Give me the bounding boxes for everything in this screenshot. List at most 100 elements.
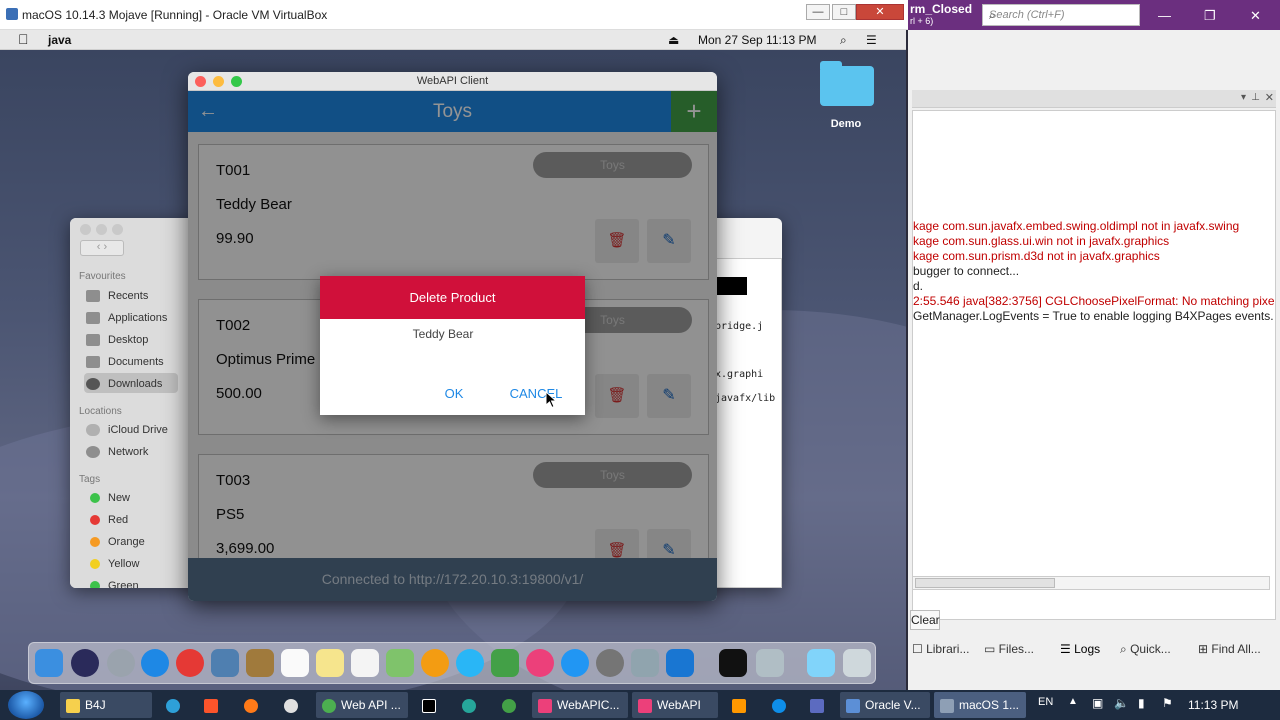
- notes-dock-icon[interactable]: [316, 649, 344, 677]
- sublime-icon: [732, 698, 746, 713]
- sidebar-tag-green[interactable]: Green: [86, 577, 186, 588]
- logs-horizontal-scrollbar[interactable]: [912, 576, 1270, 590]
- ide-active-tab[interactable]: rm_Closed rl + 6): [910, 3, 972, 27]
- downloads-icon: [86, 378, 100, 390]
- taskbar-firefox-icon[interactable]: [238, 692, 268, 718]
- pane-menu-icon[interactable]: ▾: [1241, 92, 1246, 103]
- app-store-dock-icon[interactable]: [561, 649, 589, 677]
- demo-folder-label[interactable]: Demo: [816, 118, 876, 130]
- system-preferences-dock-icon[interactable]: [596, 649, 624, 677]
- calendar-dock-icon[interactable]: [281, 649, 309, 677]
- sidebar-item-documents[interactable]: Documents: [86, 353, 186, 371]
- folder-dock-icon[interactable]: [666, 649, 694, 677]
- demo-folder-icon[interactable]: [820, 61, 874, 106]
- windows-start-button[interactable]: [8, 691, 44, 719]
- xcode-dock-icon[interactable]: [631, 649, 659, 677]
- ide-close-button[interactable]: ✕: [1250, 8, 1261, 24]
- vbox-close-button[interactable]: ✕: [856, 4, 904, 20]
- ok-button[interactable]: OK: [436, 386, 472, 401]
- menubar-datetime[interactable]: Mon 27 Sep 11:13 PM: [698, 33, 817, 47]
- vbox-minimize-button[interactable]: —: [806, 4, 830, 20]
- music-dock-icon[interactable]: [526, 649, 554, 677]
- siri-dock-icon[interactable]: [71, 649, 99, 677]
- tab-logs[interactable]: ☰ Logs: [1060, 642, 1100, 656]
- sidebar-item-downloads[interactable]: Downloads: [86, 375, 186, 393]
- terminal-window[interactable]: bridge.j x.graphi javafx/lib: [710, 258, 782, 588]
- sidebar-item-network[interactable]: Network: [86, 443, 186, 461]
- action-center-flag-icon[interactable]: ⚑: [1162, 696, 1173, 710]
- taskbar-button-b4j[interactable]: B4J: [60, 692, 152, 718]
- signal-icon[interactable]: ▮: [1138, 696, 1145, 710]
- taskbar-button-webapic[interactable]: WebAPIC...: [532, 692, 628, 718]
- eject-icon[interactable]: ⏏: [668, 33, 679, 47]
- reminders-dock-icon[interactable]: [351, 649, 379, 677]
- tag-dot-icon: [90, 559, 100, 569]
- taskbar-button-macos[interactable]: macOS 1...: [934, 692, 1026, 718]
- logs-output[interactable]: kage com.sun.javafx.embed.swing.oldimpl …: [912, 110, 1276, 620]
- taskbar-brave-icon[interactable]: [198, 692, 228, 718]
- show-hidden-icons[interactable]: ▲: [1068, 696, 1078, 707]
- trash-dock-icon[interactable]: [843, 649, 871, 677]
- language-indicator[interactable]: EN: [1038, 696, 1053, 708]
- taskbar-app-icon[interactable]: [278, 692, 308, 718]
- maps-dock-icon[interactable]: [386, 649, 414, 677]
- terminal-dock-icon[interactable]: [719, 649, 747, 677]
- ide-restore-button[interactable]: ❐: [1204, 8, 1216, 24]
- ide-minimize-button[interactable]: —: [1158, 8, 1171, 23]
- sidebar-tag-red[interactable]: Red: [86, 511, 186, 529]
- vbox-restore-button[interactable]: □: [832, 4, 856, 20]
- taskbar-a-icon[interactable]: [456, 692, 486, 718]
- sidebar-item-applications[interactable]: Applications: [86, 309, 186, 327]
- sidebar-item-recents[interactable]: Recents: [86, 287, 186, 305]
- messages-dock-icon[interactable]: [456, 649, 484, 677]
- sidebar-tag-orange[interactable]: Orange: [86, 533, 186, 551]
- taskbar-editor-icon[interactable]: [804, 692, 834, 718]
- downloads-stack-dock-icon[interactable]: [807, 649, 835, 677]
- contacts-dock-icon[interactable]: [246, 649, 274, 677]
- teamviewer-icon: [772, 698, 786, 713]
- apple-menu-icon[interactable]: : [18, 31, 29, 47]
- launchpad-dock-icon[interactable]: [107, 649, 135, 677]
- pane-close-icon[interactable]: ✕: [1265, 91, 1274, 104]
- sidebar-item-desktop[interactable]: Desktop: [86, 331, 186, 349]
- sidebar-tag-new[interactable]: New: [86, 489, 186, 507]
- network-tray-icon[interactable]: ▣: [1092, 696, 1103, 710]
- chrome-dock-icon[interactable]: [176, 649, 204, 677]
- ide-search-input[interactable]: Search (Ctrl+F) ⌕: [982, 4, 1140, 26]
- finder-dock-icon[interactable]: [35, 649, 63, 677]
- taskbar-button-webapi[interactable]: WebAPI -...: [632, 692, 718, 718]
- mail-dock-icon[interactable]: [211, 649, 239, 677]
- tab-find-all[interactable]: ⊞ Find All...: [1198, 642, 1261, 656]
- menubar-app-name[interactable]: java: [48, 33, 71, 47]
- taskbar-teamviewer-icon[interactable]: [766, 692, 796, 718]
- taskbar-info-icon[interactable]: [496, 692, 526, 718]
- windows-taskbar: B4J Web API ... WebAPIC... WebAPI -... O…: [0, 690, 1280, 720]
- mouse-cursor-icon: [546, 392, 558, 408]
- scrollbar-thumb[interactable]: [915, 578, 1055, 588]
- photos-dock-icon[interactable]: [421, 649, 449, 677]
- spotlight-search-icon[interactable]: ⌕: [840, 33, 847, 48]
- notification-center-icon[interactable]: ☰: [866, 33, 877, 47]
- brave-icon: [204, 698, 218, 713]
- taskbar-button-chrome[interactable]: Web API ...: [316, 692, 408, 718]
- tab-files[interactable]: ▭ Files...: [984, 642, 1034, 656]
- sidebar-item-icloud-drive[interactable]: iCloud Drive: [86, 421, 186, 439]
- taskbar-button-oracle-vm[interactable]: Oracle V...: [840, 692, 930, 718]
- tab-libraries[interactable]: ☐ Librari...: [912, 642, 969, 656]
- pin-icon[interactable]: ⊥: [1251, 92, 1260, 103]
- sidebar-tag-yellow[interactable]: Yellow: [86, 555, 186, 573]
- desktop-icon: [86, 334, 100, 346]
- taskbar-intellij-icon[interactable]: [416, 692, 446, 718]
- volume-icon[interactable]: 🔈: [1114, 696, 1129, 710]
- taskbar-edge-icon[interactable]: [160, 692, 190, 718]
- facetime-dock-icon[interactable]: [491, 649, 519, 677]
- clear-logs-button[interactable]: Clear: [910, 610, 940, 630]
- finder-nav-buttons[interactable]: ‹ ›: [80, 240, 124, 256]
- taskbar-sublime-icon[interactable]: [726, 692, 756, 718]
- log-line: bugger to connect...: [913, 264, 1020, 278]
- tab-quick-search[interactable]: ⌕ Quick...: [1120, 642, 1171, 657]
- utility-dock-icon[interactable]: [756, 649, 784, 677]
- safari-dock-icon[interactable]: [141, 649, 169, 677]
- taskbar-clock[interactable]: 11:13 PM: [1188, 698, 1238, 712]
- ide-titlebar: rm_Closed rl + 6) Search (Ctrl+F) ⌕ — ❐ ✕: [908, 0, 1280, 30]
